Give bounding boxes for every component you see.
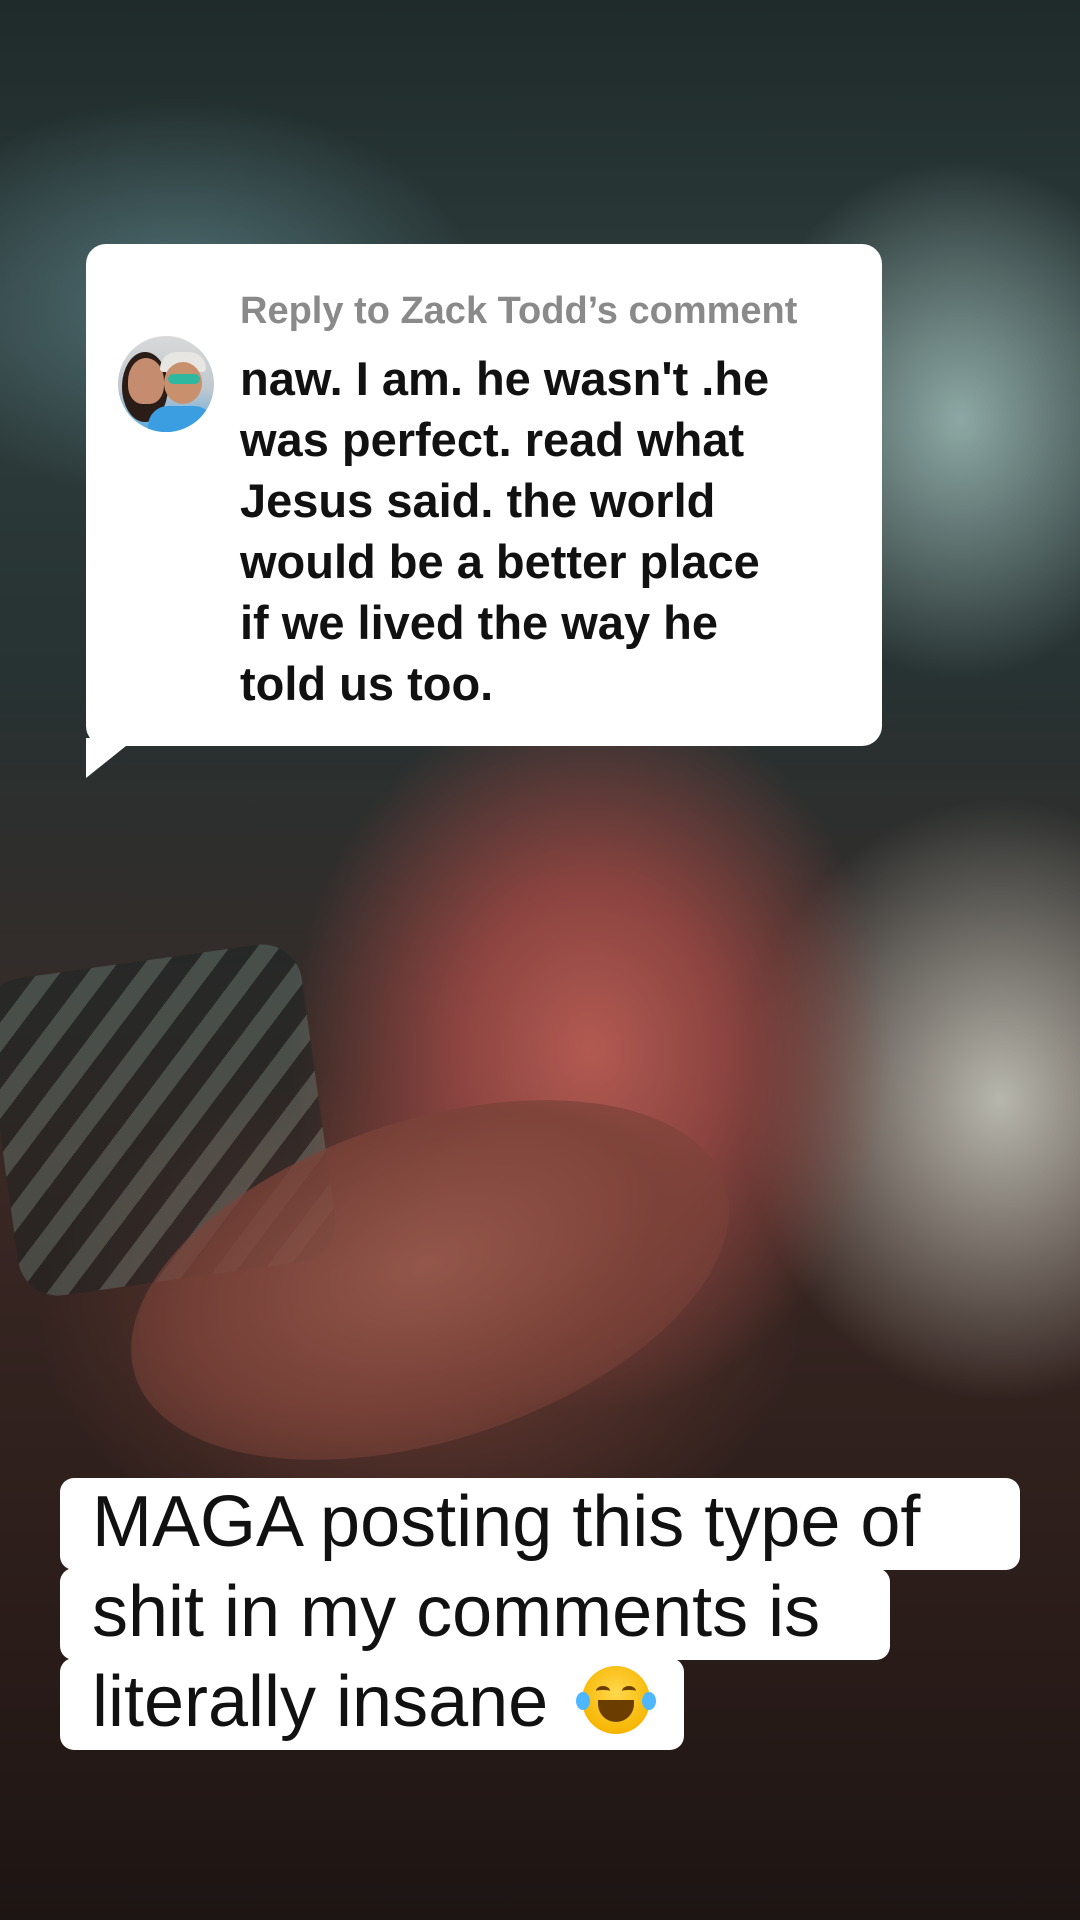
caption-line-3: literally insane: [60, 1658, 684, 1750]
caption-text-1: MAGA posting this type of: [92, 1482, 921, 1562]
caption-text-3: literally insane: [92, 1662, 549, 1742]
caption-line-1: MAGA posting this type of: [60, 1478, 1020, 1570]
caption-text-2: shit in my comments is: [92, 1572, 821, 1652]
caption-line-2: shit in my comments is: [60, 1568, 890, 1660]
commenter-avatar[interactable]: [118, 336, 214, 432]
reply-card-tail: [86, 738, 136, 778]
face-with-tears-of-joy-icon: [576, 1666, 657, 1734]
reply-comment-text: naw. I am. he wasn't .he was perfect. re…: [240, 352, 770, 710]
reply-to-label: Reply to Zack Todd’s comment: [240, 290, 798, 332]
